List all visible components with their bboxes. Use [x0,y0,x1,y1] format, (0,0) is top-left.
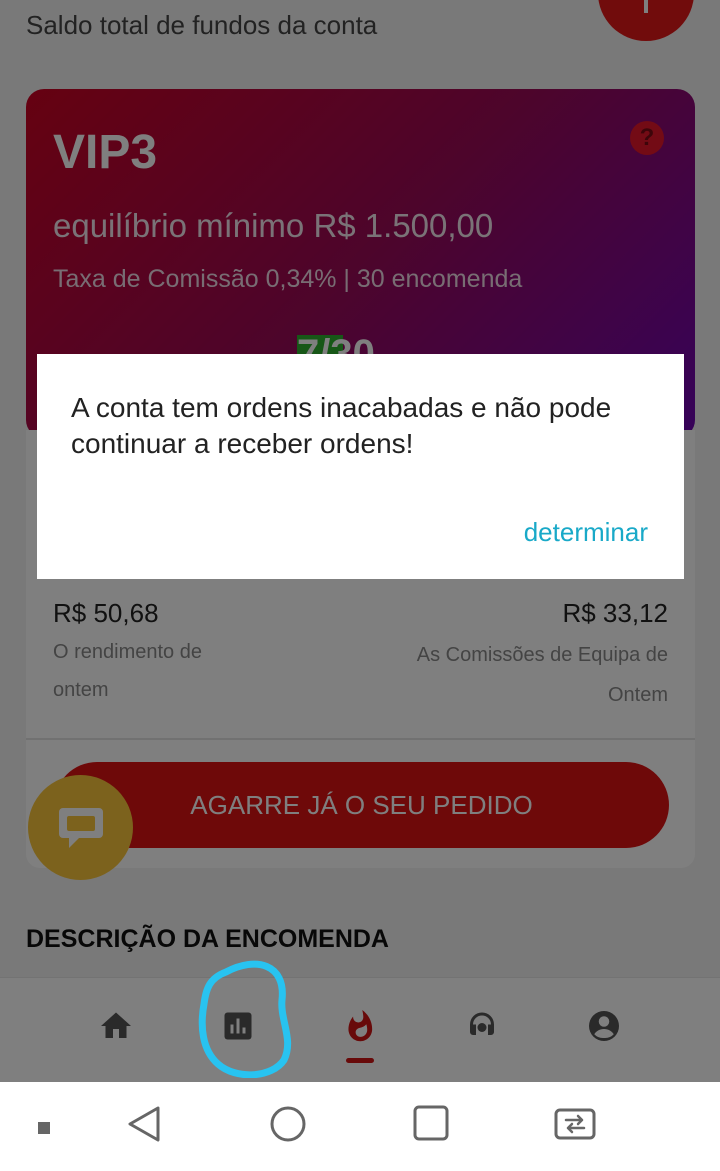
system-navigation-bar [0,1082,720,1171]
home-button-icon[interactable] [268,1104,308,1144]
annotation-circle [198,960,292,1078]
switch-apps-icon[interactable] [552,1104,598,1144]
back-icon[interactable] [126,1104,162,1144]
recents-icon[interactable] [412,1104,450,1142]
menu-dot-icon[interactable] [38,1122,50,1134]
alert-dialog: A conta tem ordens inacabadas e não pode… [37,354,684,579]
dialog-message: A conta tem ordens inacabadas e não pode… [71,392,612,459]
dialog-confirm-button[interactable]: determinar [524,517,648,548]
